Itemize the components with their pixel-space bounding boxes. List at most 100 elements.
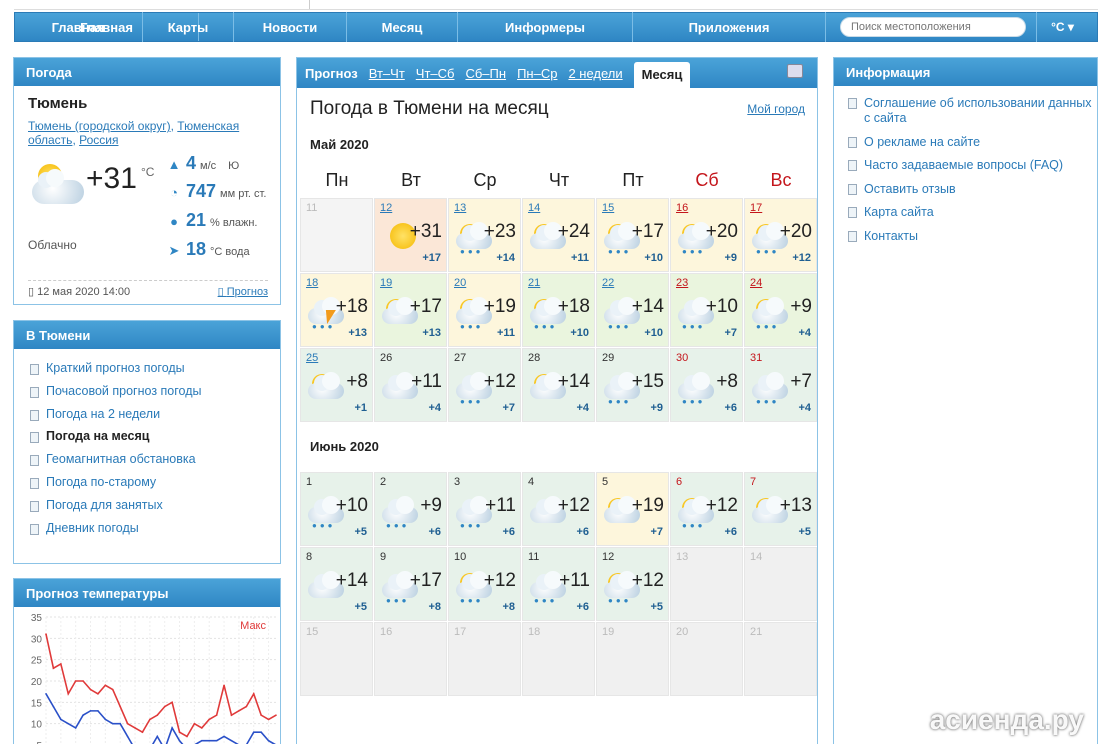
tab-month[interactable]: Месяц [633,62,691,88]
current-temperature: +31 [86,162,137,195]
my-city-link[interactable]: Мой город [747,102,805,116]
day-number[interactable]: 19 [380,277,392,289]
day-temp-low: +4 [798,327,811,339]
day-number[interactable]: 12 [380,202,392,214]
nav-apps[interactable]: Приложения [633,12,826,42]
calendar-day-cell[interactable]: 14 +24 +11 [522,198,595,272]
day-number[interactable]: 20 [454,277,466,289]
city-link-geomagnetic[interactable]: Геомагнитная обстановка [30,452,280,475]
calendar-day-cell[interactable]: 21 ●●● +18 +10 [522,273,595,347]
calendar-day-cell[interactable]: 22 ●●● +14 +10 [596,273,669,347]
calendar-day-cell[interactable]: 18 ●●● +18 +13 [300,273,373,347]
day-number[interactable]: 24 [750,277,762,289]
calendar-day-cell[interactable]: 24 ●●● +9 +4 [744,273,817,347]
day-number: 14 [750,551,763,563]
calendar-day-cell[interactable]: 11 ●●● +11 +6 [522,547,595,621]
day-temp-low: +4 [428,402,441,414]
calendar-day-cell[interactable]: 8 +14 +5 [300,547,373,621]
calendar-day-cell: 11 [300,198,373,272]
day-temp-low: +6 [724,402,737,414]
day-number: 9 [380,551,387,563]
tab-forecast[interactable]: Прогноз [305,66,358,88]
tab-mon-wed[interactable]: Пн–Ср [517,66,557,88]
day-number[interactable]: 21 [528,277,540,289]
calendar-day-cell[interactable]: 31 ●●● +7 +4 [744,348,817,422]
day-number[interactable]: 17 [750,202,762,214]
calendar-day-cell[interactable]: 19 +17 +13 [374,273,447,347]
calendar-day-cell[interactable]: 5 +19 +7 [596,472,669,546]
day-temp-low: +8 [428,601,441,613]
calendar-day-cell[interactable]: 13 ●●● +23 +14 [448,198,521,272]
day-number[interactable]: 16 [676,202,688,214]
day-number[interactable]: 15 [602,202,614,214]
location-link-country[interactable]: Россия [79,133,118,147]
day-temp-high: +17 [409,570,442,591]
day-temp-low: +14 [496,252,515,264]
series-point [82,680,84,682]
calendar-day-cell[interactable]: 3 ●●● +11 +6 [448,472,521,546]
calendar-day-cell[interactable]: 12 ●●● +12 +5 [596,547,669,621]
city-link-hourly[interactable]: Почасовой прогноз погоды [30,384,280,407]
city-link-short[interactable]: Краткий прогноз погоды [30,361,280,384]
calendar-day-cell[interactable]: 29 ●●● +15 +9 [596,348,669,422]
month-label-june: Июнь 2020 [310,439,379,454]
unit-selector[interactable]: °C ▾ [1036,12,1088,42]
calendar-day-cell[interactable]: 17 ●●● +20 +12 [744,198,817,272]
city-link-month[interactable]: Погода на месяц [30,429,280,452]
nav-news[interactable]: Новости [234,12,347,42]
nav-informers[interactable]: Информеры [458,12,633,42]
calendar-day-cell[interactable]: 1 ●●● +10 +5 [300,472,373,546]
calendar-day-cell[interactable]: 10 ●●● +12 +8 [448,547,521,621]
city-link-old-style[interactable]: Погода по-старому [30,475,280,498]
info-link-sitemap[interactable]: Карта сайта [848,205,1097,220]
city-link-busy[interactable]: Погода для занятых [30,498,280,521]
calendar-day-cell[interactable]: 6 ●●● +12 +6 [670,472,743,546]
calendar-day-cell[interactable]: 15 ●●● +17 +10 [596,198,669,272]
calendar-day-cell[interactable]: 23 ●●● +10 +7 [670,273,743,347]
series-point [163,705,166,708]
day-number[interactable]: 18 [306,277,318,289]
day-temp-low: +6 [724,526,737,538]
info-link-advertising[interactable]: О рекламе на сайте [848,135,1097,150]
day-number[interactable]: 23 [676,277,688,289]
series-point [260,731,262,733]
info-link-contacts[interactable]: Контакты [848,229,1097,244]
info-link-agreement[interactable]: Соглашение об использовании данных с сай… [848,96,1097,126]
series-point [215,739,218,742]
calendar-day-cell: 21 [744,622,817,696]
calendar-day-cell[interactable]: 9 ●●● +17 +8 [374,547,447,621]
nav-maps[interactable]: Карты [143,12,234,42]
calendar-day-cell[interactable]: 27 ●●● +12 +7 [448,348,521,422]
print-icon[interactable] [787,64,803,78]
day-number[interactable]: 25 [306,352,318,364]
calendar-day-cell[interactable]: 28 +14 +4 [522,348,595,422]
calendar-day-cell[interactable]: 26 +11 +4 [374,348,447,422]
info-link-faq[interactable]: Часто задаваемые вопросы (FAQ) [848,158,1097,173]
tab-tue-thu[interactable]: Вт–Чт [369,66,405,88]
info-link-feedback[interactable]: Оставить отзыв [848,182,1097,197]
city-link-diary[interactable]: Дневник погоды [30,521,280,544]
location-link-district[interactable]: Тюмень (городской округ) [28,119,171,133]
day-temp-high: +18 [335,296,368,317]
tab-thu-sat[interactable]: Чт–Сб [416,66,455,88]
nav-home-link[interactable]: Главная [14,12,143,42]
calendar-day-cell[interactable]: 7 +13 +5 [744,472,817,546]
forecast-link[interactable]: ▯ Прогноз [218,285,268,298]
day-number: 8 [306,551,313,563]
search-input[interactable] [840,17,1026,37]
calendar-day-cell[interactable]: 20 ●●● +19 +11 [448,273,521,347]
tab-sat-mon[interactable]: Сб–Пн [465,66,506,88]
day-number[interactable]: 14 [528,202,540,214]
calendar-day-cell[interactable]: 25 +8 +1 [300,348,373,422]
calendar-day-cell[interactable]: 16 ●●● +20 +9 [670,198,743,272]
calendar-day-cell[interactable]: 4 +12 +6 [522,472,595,546]
tab-2-weeks[interactable]: 2 недели [568,66,622,88]
calendar-day-cell[interactable]: 12 +31 +17 [374,198,447,272]
day-number[interactable]: 22 [602,277,614,289]
city-link-2weeks[interactable]: Погода на 2 недели [30,407,280,430]
water-temp-unit: °С вода [210,246,250,258]
day-number[interactable]: 13 [454,202,466,214]
nav-month[interactable]: Месяц [347,12,458,42]
calendar-day-cell[interactable]: 30 ●●● +8 +6 [670,348,743,422]
calendar-day-cell[interactable]: 2 ●●● +9 +6 [374,472,447,546]
